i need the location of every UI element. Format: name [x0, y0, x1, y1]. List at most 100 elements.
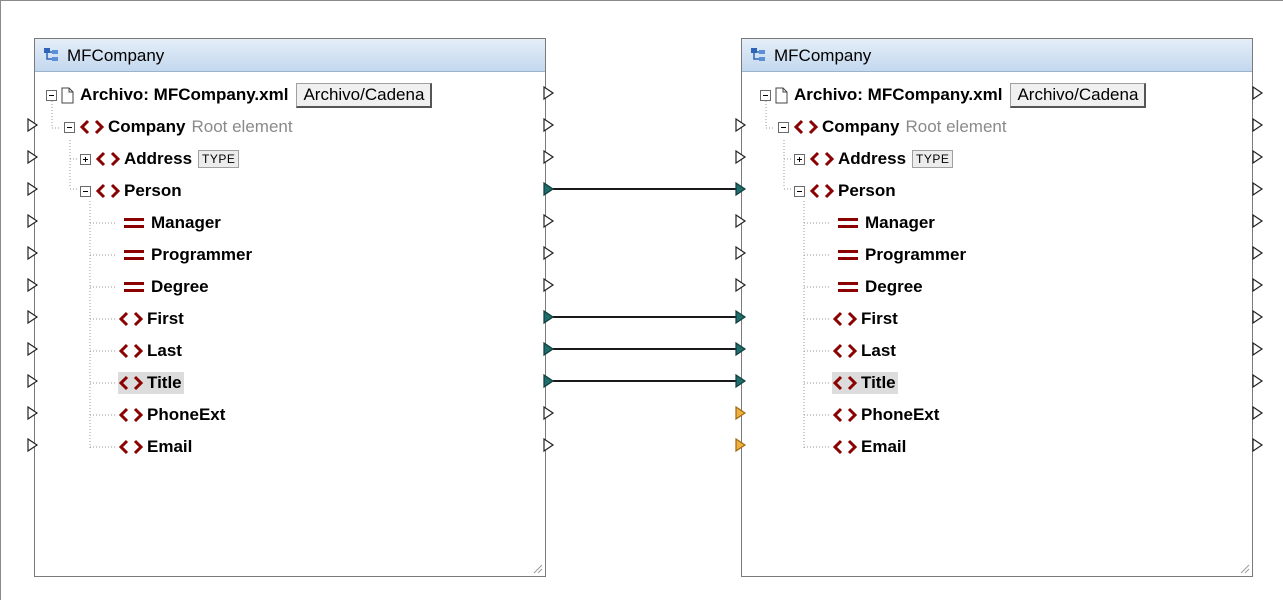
source-output-port[interactable] — [543, 374, 555, 388]
source-input-port[interactable] — [27, 118, 39, 132]
collapse-toggle[interactable] — [64, 121, 75, 133]
target-element-row[interactable]: PhoneExt — [832, 403, 939, 427]
source-component-header[interactable]: MFCompany — [35, 39, 545, 72]
attribute-name: Manager — [865, 213, 935, 232]
source-input-port[interactable] — [27, 150, 39, 164]
source-input-port[interactable] — [27, 214, 39, 228]
target-element-row[interactable]: Title — [832, 371, 898, 395]
source-input-port[interactable] — [27, 374, 39, 388]
target-input-port[interactable] — [735, 374, 747, 388]
attribute-icon — [838, 250, 858, 260]
resize-grip[interactable] — [531, 562, 543, 574]
target-output-port[interactable] — [1252, 374, 1264, 388]
source-element-row[interactable]: Last — [118, 339, 182, 363]
source-element-row[interactable]: Title — [118, 371, 184, 395]
target-output-port[interactable] — [1252, 214, 1264, 228]
target-output-port[interactable] — [1252, 406, 1264, 420]
collapse-toggle[interactable] — [46, 89, 57, 101]
source-file-row[interactable]: Archivo: MFCompany.xml Archivo/Cadena — [46, 82, 433, 108]
source-input-port[interactable] — [27, 342, 39, 356]
source-attribute-row[interactable]: Degree — [123, 275, 209, 299]
target-output-port[interactable] — [1252, 438, 1264, 452]
source-input-port[interactable] — [27, 406, 39, 420]
target-input-port[interactable] — [735, 118, 747, 132]
source-output-port[interactable] — [543, 86, 555, 100]
target-input-port[interactable] — [735, 214, 747, 228]
target-input-port[interactable] — [735, 150, 747, 164]
source-attribute-row[interactable]: Manager — [123, 211, 221, 235]
target-element-row[interactable]: First — [832, 307, 898, 331]
target-output-port[interactable] — [1252, 246, 1264, 260]
target-company-row[interactable]: Company Root element — [778, 115, 1007, 139]
element-icon — [118, 343, 144, 359]
source-element-row[interactable]: PhoneExt — [118, 403, 225, 427]
source-output-port[interactable] — [543, 214, 555, 228]
target-component[interactable]: MFCompany Archivo: MFCompany.xml Archivo/… — [741, 38, 1253, 577]
target-input-port[interactable] — [735, 438, 747, 452]
file-string-button[interactable]: Archivo/Cadena — [296, 82, 433, 108]
source-output-port[interactable] — [543, 406, 555, 420]
collapse-toggle[interactable] — [794, 185, 805, 197]
target-file-row[interactable]: Archivo: MFCompany.xml Archivo/Cadena — [760, 82, 1147, 108]
canvas-border-left — [0, 0, 1, 600]
target-input-port[interactable] — [735, 246, 747, 260]
target-output-port[interactable] — [1252, 118, 1264, 132]
source-output-port[interactable] — [543, 278, 555, 292]
target-output-port[interactable] — [1252, 342, 1264, 356]
collapse-toggle[interactable] — [778, 121, 789, 133]
element-icon — [118, 439, 144, 455]
source-input-port[interactable] — [27, 310, 39, 324]
attribute-name: Degree — [865, 277, 923, 296]
source-output-port[interactable] — [543, 246, 555, 260]
element-icon — [832, 311, 858, 327]
collapse-toggle[interactable] — [760, 89, 771, 101]
source-company-row[interactable]: Company Root element — [64, 115, 293, 139]
source-input-port[interactable] — [27, 438, 39, 452]
target-input-port[interactable] — [735, 278, 747, 292]
target-output-port[interactable] — [1252, 310, 1264, 324]
target-output-port[interactable] — [1252, 182, 1264, 196]
item-wrap: PhoneExt — [832, 405, 939, 425]
element-icon — [95, 183, 121, 199]
source-person-row[interactable]: Person — [80, 179, 182, 203]
expand-toggle[interactable] — [80, 153, 91, 165]
target-attribute-row[interactable]: Degree — [837, 275, 923, 299]
source-output-port[interactable] — [543, 150, 555, 164]
source-address-row[interactable]: Address TYPE — [80, 147, 240, 171]
source-output-port[interactable] — [543, 438, 555, 452]
source-component[interactable]: MFCompany Archivo: MFCompany.xml Archivo/… — [34, 38, 546, 577]
target-output-port[interactable] — [1252, 86, 1264, 100]
root-element-note: Root element — [191, 117, 293, 136]
target-element-row[interactable]: Email — [832, 435, 906, 459]
expand-toggle[interactable] — [794, 153, 805, 165]
target-element-row[interactable]: Last — [832, 339, 896, 363]
resize-grip[interactable] — [1238, 562, 1250, 574]
target-input-port[interactable] — [735, 310, 747, 324]
target-input-port[interactable] — [735, 406, 747, 420]
source-element-row[interactable]: Email — [118, 435, 192, 459]
source-output-port[interactable] — [543, 118, 555, 132]
component-icon — [751, 48, 765, 61]
source-input-port[interactable] — [27, 246, 39, 260]
file-label: Archivo: MFCompany.xml — [80, 85, 289, 104]
source-input-port[interactable] — [27, 278, 39, 292]
target-output-port[interactable] — [1252, 150, 1264, 164]
collapse-toggle[interactable] — [80, 185, 91, 197]
element-name: Address — [838, 149, 907, 168]
target-address-row[interactable]: Address TYPE — [794, 147, 954, 171]
source-output-port[interactable] — [543, 182, 555, 196]
target-output-port[interactable] — [1252, 278, 1264, 292]
source-element-row[interactable]: First — [118, 307, 184, 331]
target-attribute-row[interactable]: Manager — [837, 211, 935, 235]
file-string-button[interactable]: Archivo/Cadena — [1010, 82, 1147, 108]
element-name: PhoneExt — [147, 405, 226, 424]
target-attribute-row[interactable]: Programmer — [837, 243, 966, 267]
target-input-port[interactable] — [735, 342, 747, 356]
target-component-header[interactable]: MFCompany — [742, 39, 1252, 72]
target-input-port[interactable] — [735, 182, 747, 196]
source-output-port[interactable] — [543, 310, 555, 324]
source-output-port[interactable] — [543, 342, 555, 356]
source-attribute-row[interactable]: Programmer — [123, 243, 252, 267]
target-person-row[interactable]: Person — [794, 179, 896, 203]
source-input-port[interactable] — [27, 182, 39, 196]
